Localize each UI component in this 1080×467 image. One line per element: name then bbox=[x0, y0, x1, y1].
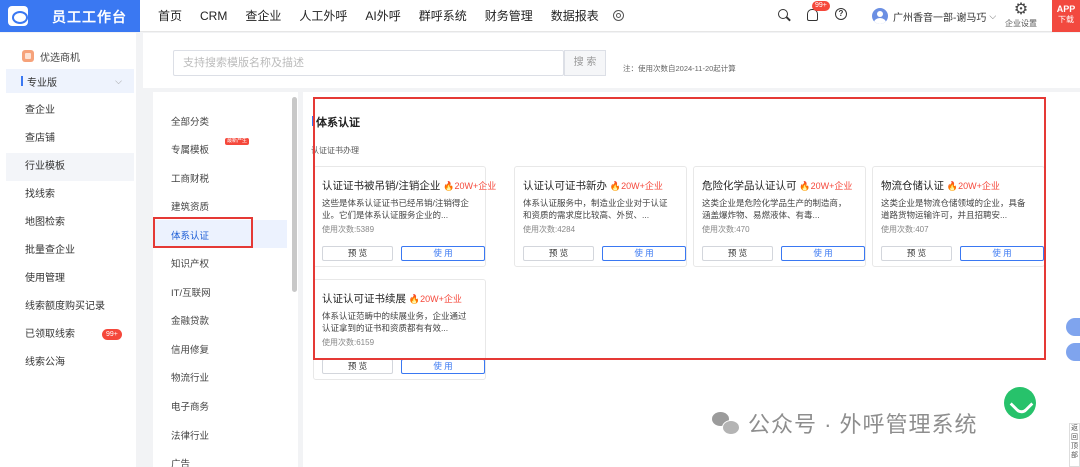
app-title: 员工工作台 bbox=[52, 9, 127, 25]
category-ecommerce[interactable]: 电子商务 bbox=[171, 399, 209, 413]
category-logistics[interactable]: 物流行业 bbox=[171, 370, 209, 384]
float-chat-icon[interactable] bbox=[1066, 318, 1080, 336]
nav-more-icon[interactable] bbox=[608, 0, 630, 32]
chevron-down-icon: ⌵ bbox=[115, 75, 122, 86]
highlight-box-content bbox=[313, 97, 1046, 360]
promo-icon bbox=[22, 50, 34, 62]
avatar bbox=[872, 8, 888, 24]
sidebar-menu: 查企业 查店铺 行业模板 找线索 地图检索 批量查企业 使用管理 线索额度购买记… bbox=[6, 97, 134, 377]
help-icon[interactable]: ? bbox=[834, 0, 850, 32]
new-badge: 最新产生 bbox=[225, 138, 250, 145]
sidebar-item-usage[interactable]: 使用管理 bbox=[6, 265, 134, 293]
category-construction[interactable]: 建筑资质 bbox=[171, 199, 209, 213]
highlight-box-category bbox=[153, 217, 253, 248]
sidebar-item-label: 已领取线索 bbox=[25, 329, 75, 340]
usage-note: 注：使用次数自2024-11-20起计算 bbox=[623, 64, 736, 73]
chevron-down-icon: ⌵ bbox=[989, 10, 997, 21]
user-menu[interactable]: 广州香音一部-谢马巧 ⌵ bbox=[872, 0, 996, 32]
nav-home[interactable]: 首页 bbox=[148, 0, 191, 32]
back-to-top-tab[interactable]: 返回顶部 bbox=[1069, 423, 1080, 467]
edition-marker bbox=[21, 76, 23, 86]
category-ads[interactable]: 广告 bbox=[171, 456, 190, 467]
enterprise-settings-button[interactable]: ⚙ 企业设置 bbox=[1000, 0, 1042, 32]
category-panel: 全部分类 专属模板 最新产生 工商财税 建筑资质 体系认证 知识产权 IT/互联… bbox=[153, 92, 298, 467]
wechat-icon bbox=[712, 409, 740, 437]
watermark-text: 公众号 · 外呼管理系统 bbox=[748, 412, 978, 437]
notification-badge: 99+ bbox=[812, 1, 830, 11]
nav-reports[interactable]: 数据报表 bbox=[542, 0, 608, 32]
nav-manual-call[interactable]: 人工外呼 bbox=[290, 0, 356, 32]
promo-label: 优选商机 bbox=[40, 52, 80, 64]
use-button[interactable]: 使 用 bbox=[401, 359, 485, 374]
edition-selector[interactable]: 专业版 ⌵ bbox=[6, 69, 134, 93]
search-button[interactable]: 搜 索 bbox=[564, 50, 606, 76]
settings-label: 企业设置 bbox=[1005, 19, 1037, 28]
sidebar: 优选商机 专业版 ⌵ 查企业 查店铺 行业模板 找线索 地图检索 批量查企业 使… bbox=[0, 33, 136, 467]
search-input[interactable]: 支持搜索模版名称及描述 bbox=[173, 50, 564, 76]
sidebar-item-search-store[interactable]: 查店铺 bbox=[6, 125, 134, 153]
sidebar-item-find-leads[interactable]: 找线索 bbox=[6, 181, 134, 209]
sidebar-item-map-search[interactable]: 地图检索 bbox=[6, 209, 134, 237]
sidebar-item-lead-pool[interactable]: 线索公海 bbox=[6, 349, 134, 377]
preview-button[interactable]: 预 览 bbox=[322, 359, 393, 374]
category-exclusive[interactable]: 专属模板 bbox=[171, 142, 209, 156]
nav-search-company[interactable]: 查企业 bbox=[236, 0, 290, 32]
edition-label: 专业版 bbox=[27, 77, 57, 89]
nav-ai-call[interactable]: AI外呼 bbox=[356, 0, 409, 32]
main-nav: 首页 CRM 查企业 人工外呼 AI外呼 群呼系统 财务管理 数据报表 bbox=[148, 0, 630, 32]
sidebar-item-batch-search[interactable]: 批量查企业 bbox=[6, 237, 134, 265]
sidebar-item-search-company[interactable]: 查企业 bbox=[6, 97, 134, 125]
user-name: 广州香音一部-谢马巧 bbox=[893, 12, 987, 24]
category-ip[interactable]: 知识产权 bbox=[171, 256, 209, 270]
category-credit[interactable]: 信用修复 bbox=[171, 342, 209, 356]
sidebar-item-industry-templates[interactable]: 行业模板 bbox=[6, 153, 134, 181]
category-finance[interactable]: 金融贷款 bbox=[171, 313, 209, 327]
top-bar: 员工工作台 首页 CRM 查企业 人工外呼 AI外呼 群呼系统 财务管理 数据报… bbox=[0, 0, 1080, 32]
search-icon[interactable] bbox=[776, 0, 792, 32]
category-scrollbar[interactable] bbox=[292, 97, 297, 292]
float-service-icon[interactable] bbox=[1066, 343, 1080, 361]
app-label: APP bbox=[1056, 4, 1076, 14]
category-tax[interactable]: 工商财税 bbox=[171, 171, 209, 185]
watermark: 公众号 · 外呼管理系统 bbox=[712, 403, 978, 443]
category-all[interactable]: 全部分类 bbox=[171, 114, 209, 128]
app-download-button[interactable]: APP 下载 bbox=[1052, 0, 1080, 32]
nav-finance[interactable]: 财务管理 bbox=[476, 0, 542, 32]
nav-group-call[interactable]: 群呼系统 bbox=[410, 0, 476, 32]
app-logo-icon bbox=[8, 6, 28, 26]
brand[interactable]: 员工工作台 bbox=[0, 0, 140, 32]
gear-icon: ⚙ bbox=[1013, 1, 1029, 18]
sidebar-item-claimed-leads[interactable]: 已领取线索 99+ bbox=[6, 321, 134, 349]
promo-link[interactable]: 优选商机 bbox=[6, 45, 134, 67]
category-legal[interactable]: 法律行业 bbox=[171, 428, 209, 442]
sidebar-item-quota-records[interactable]: 线索额度购买记录 bbox=[6, 293, 134, 321]
download-label: 下载 bbox=[1058, 15, 1074, 24]
phone-icon[interactable] bbox=[1004, 387, 1036, 419]
nav-crm[interactable]: CRM bbox=[191, 0, 236, 32]
category-it[interactable]: IT/互联网 bbox=[171, 285, 211, 299]
count-badge: 99+ bbox=[102, 329, 122, 340]
